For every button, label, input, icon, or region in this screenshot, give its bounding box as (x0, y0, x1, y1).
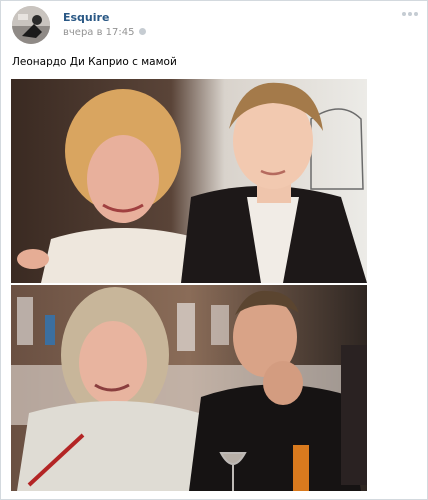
timestamp-text: вчера в 17:45 (63, 27, 135, 38)
photo-2-image (11, 285, 367, 491)
avatar-image (12, 6, 50, 44)
more-options-icon[interactable] (402, 10, 418, 18)
author-name-link[interactable]: Esquire (63, 11, 109, 24)
photo-1-image (11, 79, 367, 283)
post-photo-1[interactable] (11, 79, 367, 283)
author-avatar[interactable] (12, 6, 50, 44)
post-text: Леонардо Ди Каприо с мамой (12, 56, 177, 68)
wall-post: Esquire вчера в 17:45 Леонардо Ди Каприо… (0, 0, 428, 500)
post-photo-2[interactable] (11, 285, 367, 491)
post-timestamp[interactable]: вчера в 17:45 (63, 27, 146, 38)
clock-icon (138, 28, 146, 35)
